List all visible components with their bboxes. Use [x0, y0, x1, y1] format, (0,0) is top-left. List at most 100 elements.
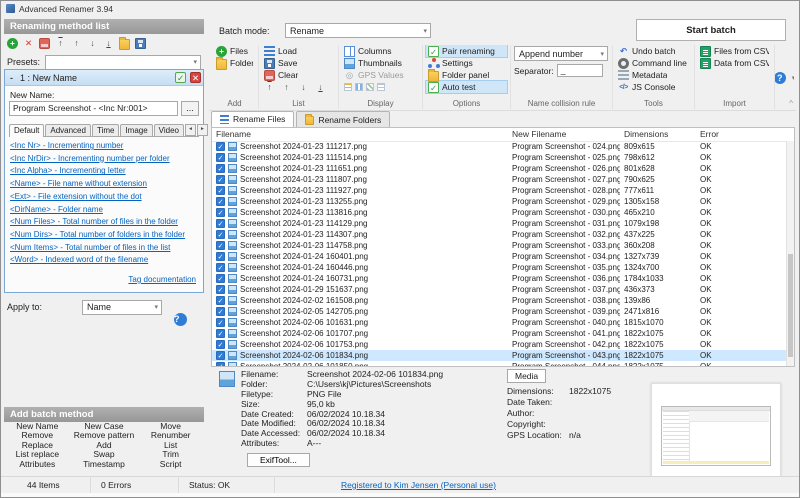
row-checkbox[interactable]: ✓: [216, 230, 225, 239]
collapse-method-icon[interactable]: -: [7, 73, 16, 83]
file-row[interactable]: ✓Screenshot 2024-02-06 101850.pngProgram…: [212, 361, 786, 366]
columns-button[interactable]: Columns: [342, 45, 419, 57]
tab-media[interactable]: Media: [507, 369, 546, 383]
arrow-top-icon[interactable]: ↑: [264, 82, 275, 93]
row-checkbox[interactable]: ✓: [216, 296, 225, 305]
row-checkbox[interactable]: ✓: [216, 219, 225, 228]
new-name-input[interactable]: Program Screenshot - <Inc Nr:001>: [9, 101, 178, 116]
tag-link[interactable]: <Num Items> - Total number of files in t…: [10, 242, 198, 255]
folders-button[interactable]: Folders: [214, 57, 255, 69]
tag-link[interactable]: <Name> - File name without extension: [10, 178, 198, 191]
file-row[interactable]: ✓Screenshot 2024-01-23 111217.pngProgram…: [212, 141, 786, 152]
settings-button[interactable]: Settings: [426, 57, 507, 69]
separator-input[interactable]: _: [557, 64, 603, 77]
row-checkbox[interactable]: ✓: [216, 153, 225, 162]
tab-image[interactable]: Image: [120, 124, 152, 136]
file-row[interactable]: ✓Screenshot 2024-02-05 142705.pngProgram…: [212, 306, 786, 317]
file-row[interactable]: ✓Screenshot 2024-02-06 101631.pngProgram…: [212, 317, 786, 328]
remove-method-icon[interactable]: ✕: [23, 38, 34, 49]
tag-link[interactable]: <Word> - Indexed word of the filename: [10, 254, 198, 267]
batch-mode-dropdown[interactable]: Rename ▾: [285, 23, 431, 38]
chevron-down-icon[interactable]: ▾: [792, 74, 794, 82]
row-checkbox[interactable]: ✓: [216, 164, 225, 173]
thumbnails-button[interactable]: Thumbnails: [342, 57, 419, 69]
open-preset-icon[interactable]: [119, 39, 130, 50]
tag-link[interactable]: <Inc Alpha> - Incrementing letter: [10, 165, 198, 178]
row-checkbox[interactable]: ✓: [216, 142, 225, 151]
file-row[interactable]: ✓Screenshot 2024-01-23 114129.pngProgram…: [212, 218, 786, 229]
file-row[interactable]: ✓Screenshot 2024-01-24 160401.pngProgram…: [212, 251, 786, 262]
file-row[interactable]: ✓Screenshot 2024-01-24 160731.pngProgram…: [212, 273, 786, 284]
tag-link[interactable]: <Inc NrDir> - Incrementing number per fo…: [10, 153, 198, 166]
file-row[interactable]: ✓Screenshot 2024-02-06 101707.pngProgram…: [212, 328, 786, 339]
tag-link[interactable]: <Num Dirs> - Total number of folders in …: [10, 229, 198, 242]
load-button[interactable]: Load: [262, 45, 335, 57]
auto-test-button[interactable]: ✓Auto test: [426, 81, 507, 93]
file-row[interactable]: ✓Screenshot 2024-01-23 113816.pngProgram…: [212, 207, 786, 218]
save-button[interactable]: Save: [262, 57, 335, 69]
apply-to-dropdown[interactable]: Name ▾: [82, 300, 162, 315]
tab-video[interactable]: Video: [154, 124, 184, 136]
row-checkbox[interactable]: ✓: [216, 241, 225, 250]
file-row[interactable]: ✓Screenshot 2024-01-23 111514.pngProgram…: [212, 152, 786, 163]
vertical-scrollbar[interactable]: [786, 141, 794, 366]
add-method-attributes[interactable]: Attributes: [4, 460, 71, 469]
data-from-csv-button[interactable]: Data from CSV: [698, 57, 771, 69]
tag-link[interactable]: <Ext> - File extension without the dot: [10, 191, 198, 204]
move-bottom-icon[interactable]: ↓: [103, 38, 114, 49]
scroll-tabs-left-icon[interactable]: ◄: [185, 124, 196, 136]
add-method-script[interactable]: Script: [137, 460, 204, 469]
list-style-3-icon[interactable]: [366, 83, 374, 91]
row-checkbox[interactable]: ✓: [216, 274, 225, 283]
file-row[interactable]: ✓Screenshot 2024-01-24 160446.pngProgram…: [212, 262, 786, 273]
name-collision-dropdown[interactable]: Append number▾: [514, 46, 608, 61]
row-checkbox[interactable]: ✓: [216, 285, 225, 294]
arrow-up-icon[interactable]: ↑: [281, 82, 292, 93]
pair-renaming-button[interactable]: ✓Pair renaming: [426, 45, 507, 57]
list-style-2-icon[interactable]: [355, 83, 363, 91]
file-row[interactable]: ✓Screenshot 2024-01-23 114307.pngProgram…: [212, 229, 786, 240]
arrow-bottom-icon[interactable]: ↓: [315, 82, 326, 93]
row-checkbox[interactable]: ✓: [216, 307, 225, 316]
close-method-icon[interactable]: ✕: [190, 72, 201, 83]
start-batch-button[interactable]: Start batch: [636, 19, 786, 41]
add-method-icon[interactable]: +: [7, 38, 18, 49]
files-from-csv-button[interactable]: Files from CSV: [698, 45, 771, 57]
tag-documentation-link[interactable]: Tag documentation: [128, 275, 196, 284]
tab-default[interactable]: Default: [9, 124, 44, 137]
js-console-button[interactable]: </>JS Console: [616, 81, 691, 93]
row-checkbox[interactable]: ✓: [216, 252, 225, 261]
file-row[interactable]: ✓Screenshot 2024-01-23 113255.pngProgram…: [212, 196, 786, 207]
metadata-button[interactable]: Metadata: [616, 69, 691, 81]
file-row[interactable]: ✓Screenshot 2024-01-23 114758.pngProgram…: [212, 240, 786, 251]
save-preset-icon[interactable]: [135, 38, 146, 49]
file-row[interactable]: ✓Screenshot 2024-01-23 111807.pngProgram…: [212, 174, 786, 185]
file-row[interactable]: ✓Screenshot 2024-02-06 101753.pngProgram…: [212, 339, 786, 350]
tab-rename-files[interactable]: Rename Files: [211, 111, 294, 127]
column-header-filename[interactable]: Filename: [216, 128, 251, 141]
add-method-timestamp[interactable]: Timestamp: [71, 460, 138, 469]
help-icon[interactable]: ?: [775, 72, 786, 84]
list-style-1-icon[interactable]: [344, 83, 352, 91]
file-row[interactable]: ✓Screenshot 2024-01-23 111927.pngProgram…: [212, 185, 786, 196]
tag-link[interactable]: <Inc Nr> - Incrementing number: [10, 140, 198, 153]
move-top-icon[interactable]: ↑: [55, 38, 66, 49]
row-checkbox[interactable]: ✓: [216, 362, 225, 366]
browse-pattern-button[interactable]: ...: [181, 101, 199, 116]
file-row[interactable]: ✓Screenshot 2024-01-23 111651.pngProgram…: [212, 163, 786, 174]
row-checkbox[interactable]: ✓: [216, 263, 225, 272]
presets-dropdown[interactable]: ▾: [45, 55, 201, 70]
method-panel-header[interactable]: - 1 : New Name ✓ ✕: [5, 70, 203, 86]
tag-link[interactable]: <Num Files> - Total number of files in t…: [10, 216, 198, 229]
move-up-icon[interactable]: ↑: [71, 38, 82, 49]
command-line-button[interactable]: Command line: [616, 57, 691, 69]
method-enabled-checkbox[interactable]: ✓: [175, 72, 186, 83]
scrollbar-thumb[interactable]: [788, 254, 793, 358]
file-row[interactable]: ✓Screenshot 2024-02-02 161508.pngProgram…: [212, 295, 786, 306]
folder-panel-button[interactable]: Folder panel: [426, 69, 507, 81]
tab-advanced[interactable]: Advanced: [45, 124, 91, 136]
tag-link[interactable]: <DirName> - Folder name: [10, 204, 198, 217]
column-header-dimensions[interactable]: Dimensions: [624, 128, 668, 141]
row-checkbox[interactable]: ✓: [216, 186, 225, 195]
row-checkbox[interactable]: ✓: [216, 318, 225, 327]
